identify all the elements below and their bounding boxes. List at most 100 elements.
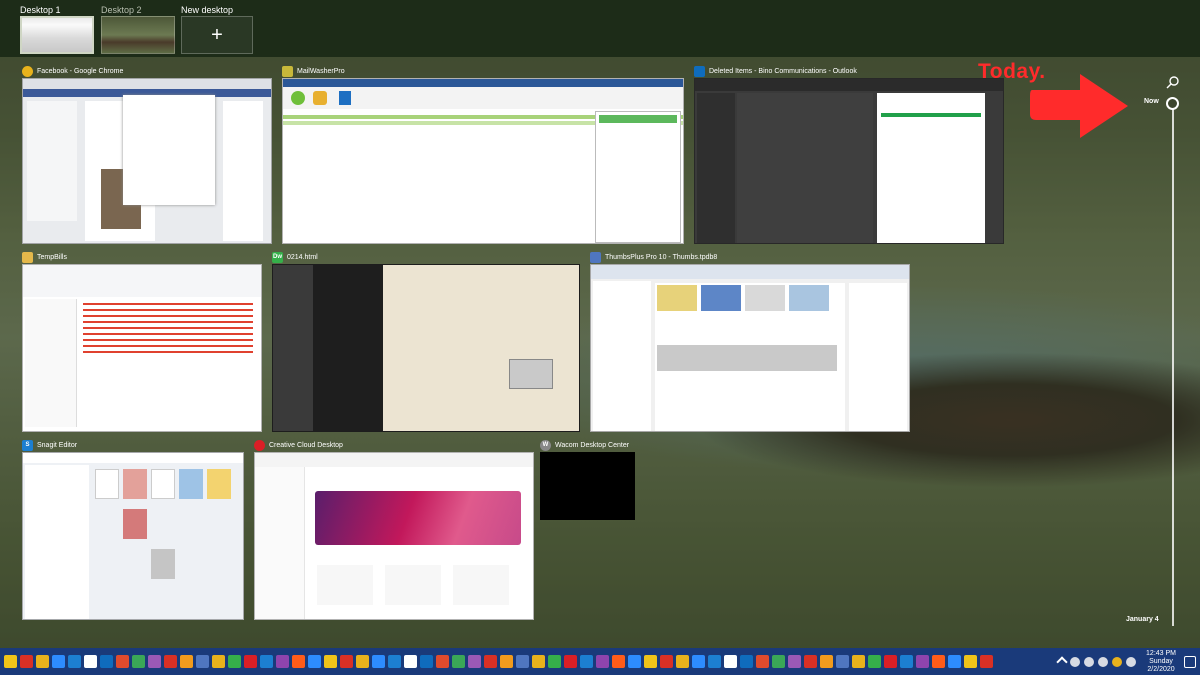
taskbar-app-icon[interactable] [228, 655, 241, 668]
taskbar-app-icon[interactable] [388, 655, 401, 668]
timeline-date-label: January 4 [1126, 616, 1159, 623]
system-tray: 12:43 PM Sunday 2/2/2020 [1056, 648, 1196, 675]
window-card-wacom[interactable]: W Wacom Desktop Center [540, 438, 635, 520]
taskbar-app-icon[interactable] [964, 655, 977, 668]
window-title-bar: W Wacom Desktop Center [540, 438, 629, 452]
taskbar-app-icon[interactable] [516, 655, 529, 668]
search-icon[interactable] [1166, 75, 1180, 89]
window-card-snagit[interactable]: S Snagit Editor [22, 438, 244, 620]
taskbar-app-icon[interactable] [900, 655, 913, 668]
clock-date: 2/2/2020 [1147, 665, 1175, 673]
window-thumbnail [22, 78, 272, 244]
taskbar-app-icon[interactable] [884, 655, 897, 668]
taskbar-app-icon[interactable] [404, 655, 417, 668]
taskbar-app-icon[interactable] [692, 655, 705, 668]
taskbar-app-icon[interactable] [132, 655, 145, 668]
taskbar-app-icon[interactable] [788, 655, 801, 668]
taskbar-app-icon[interactable] [372, 655, 385, 668]
taskbar-app-icon[interactable] [836, 655, 849, 668]
taskbar-app-icon[interactable] [324, 655, 337, 668]
taskbar-app-icon[interactable] [868, 655, 881, 668]
taskbar-app-icon[interactable] [36, 655, 49, 668]
chevron-up-icon[interactable] [1056, 655, 1068, 668]
desktop-2-thumbnail [101, 16, 175, 54]
new-desktop-button[interactable]: New desktop + [181, 4, 253, 54]
taskbar-app-icon[interactable] [820, 655, 833, 668]
taskbar-app-icon[interactable] [468, 655, 481, 668]
taskbar-app-icon[interactable] [196, 655, 209, 668]
taskbar-app-icon[interactable] [436, 655, 449, 668]
taskbar-app-icon[interactable] [772, 655, 785, 668]
taskbar-app-icon[interactable] [948, 655, 961, 668]
taskbar-clock[interactable]: 12:43 PM Sunday 2/2/2020 [1146, 650, 1176, 674]
window-card-outlook[interactable]: Deleted Items - Bino Communications - Ou… [694, 64, 1004, 244]
plus-icon: + [181, 16, 253, 54]
taskbar-app-icon[interactable] [100, 655, 113, 668]
taskbar-app-icon[interactable] [596, 655, 609, 668]
taskbar-app-icon[interactable] [756, 655, 769, 668]
taskbar-app-icon[interactable] [852, 655, 865, 668]
taskbar-app-icon[interactable] [564, 655, 577, 668]
taskbar-app-icon[interactable] [20, 655, 33, 668]
taskbar-app-icon[interactable] [260, 655, 273, 668]
taskbar-app-icon[interactable] [612, 655, 625, 668]
taskbar-app-icon[interactable] [212, 655, 225, 668]
window-card-chrome[interactable]: Facebook - Google Chrome [22, 64, 272, 244]
window-card-tempbills[interactable]: TempBills [22, 250, 262, 432]
new-desktop-label: New desktop [181, 5, 234, 15]
taskbar-app-icon[interactable] [980, 655, 993, 668]
taskbar-app-icon[interactable] [244, 655, 257, 668]
dreamweaver-icon: Dw [272, 251, 283, 263]
cloud-icon[interactable] [1084, 656, 1095, 667]
taskbar-app-icon[interactable] [308, 655, 321, 668]
window-card-dreamweaver[interactable]: Dw 0214.html [272, 250, 580, 432]
taskbar-app-icon[interactable] [548, 655, 561, 668]
taskbar-app-icon[interactable] [4, 655, 17, 668]
window-title: Creative Cloud Desktop [269, 441, 343, 449]
window-card-mailwasher[interactable]: MailWasherPro [282, 64, 684, 244]
taskbar-app-icon[interactable] [708, 655, 721, 668]
window-title: TempBills [37, 253, 67, 261]
taskbar-app-icon[interactable] [644, 655, 657, 668]
taskbar-app-icon[interactable] [52, 655, 65, 668]
onedrive-icon[interactable] [1126, 656, 1137, 667]
taskbar-app-icon[interactable] [628, 655, 641, 668]
taskbar-app-icon[interactable] [340, 655, 353, 668]
taskbar-app-icon[interactable] [292, 655, 305, 668]
desktop-1[interactable]: Desktop 1 [20, 4, 94, 54]
taskbar-app-icon[interactable] [148, 655, 161, 668]
thumbsplus-icon [590, 251, 601, 263]
taskbar-app-icon[interactable] [932, 655, 945, 668]
taskbar-app-icon[interactable] [660, 655, 673, 668]
taskbar-app-icon[interactable] [804, 655, 817, 668]
taskbar-app-icon[interactable] [676, 655, 689, 668]
taskbar-app-icon[interactable] [116, 655, 129, 668]
desktop-2-label: Desktop 2 [101, 5, 142, 15]
volume-icon[interactable] [1070, 656, 1081, 667]
window-thumbnail [540, 452, 635, 520]
virtual-desktops-bar: Desktop 1 Desktop 2 New desktop + [0, 0, 1200, 57]
taskbar-app-icon[interactable] [580, 655, 593, 668]
window-card-thumbsplus[interactable]: ThumbsPlus Pro 10 - Thumbs.tpdb8 [590, 250, 910, 432]
taskbar-app-icon[interactable] [484, 655, 497, 668]
taskbar-app-icon[interactable] [724, 655, 737, 668]
taskbar-app-icon[interactable] [532, 655, 545, 668]
timeline-scrollbar[interactable] [1172, 108, 1174, 626]
taskbar-app-icon[interactable] [276, 655, 289, 668]
action-center-icon[interactable] [1184, 655, 1196, 668]
network-icon[interactable] [1098, 656, 1109, 667]
taskbar-app-icon[interactable] [420, 655, 433, 668]
taskbar-app-icon[interactable] [68, 655, 81, 668]
taskbar-app-icon[interactable] [500, 655, 513, 668]
taskbar-app-icon[interactable] [164, 655, 177, 668]
chrome-tray-icon[interactable] [1112, 656, 1123, 667]
taskbar-app-icon[interactable] [452, 655, 465, 668]
desktop-2[interactable]: Desktop 2 [101, 4, 175, 54]
taskbar-app-icon[interactable] [740, 655, 753, 668]
taskbar-app-icon[interactable] [356, 655, 369, 668]
clock-day: Sunday [1149, 657, 1173, 665]
taskbar-app-icon[interactable] [84, 655, 97, 668]
window-card-creative-cloud[interactable]: Creative Cloud Desktop [254, 438, 534, 620]
taskbar-app-icon[interactable] [180, 655, 193, 668]
taskbar-app-icon[interactable] [916, 655, 929, 668]
